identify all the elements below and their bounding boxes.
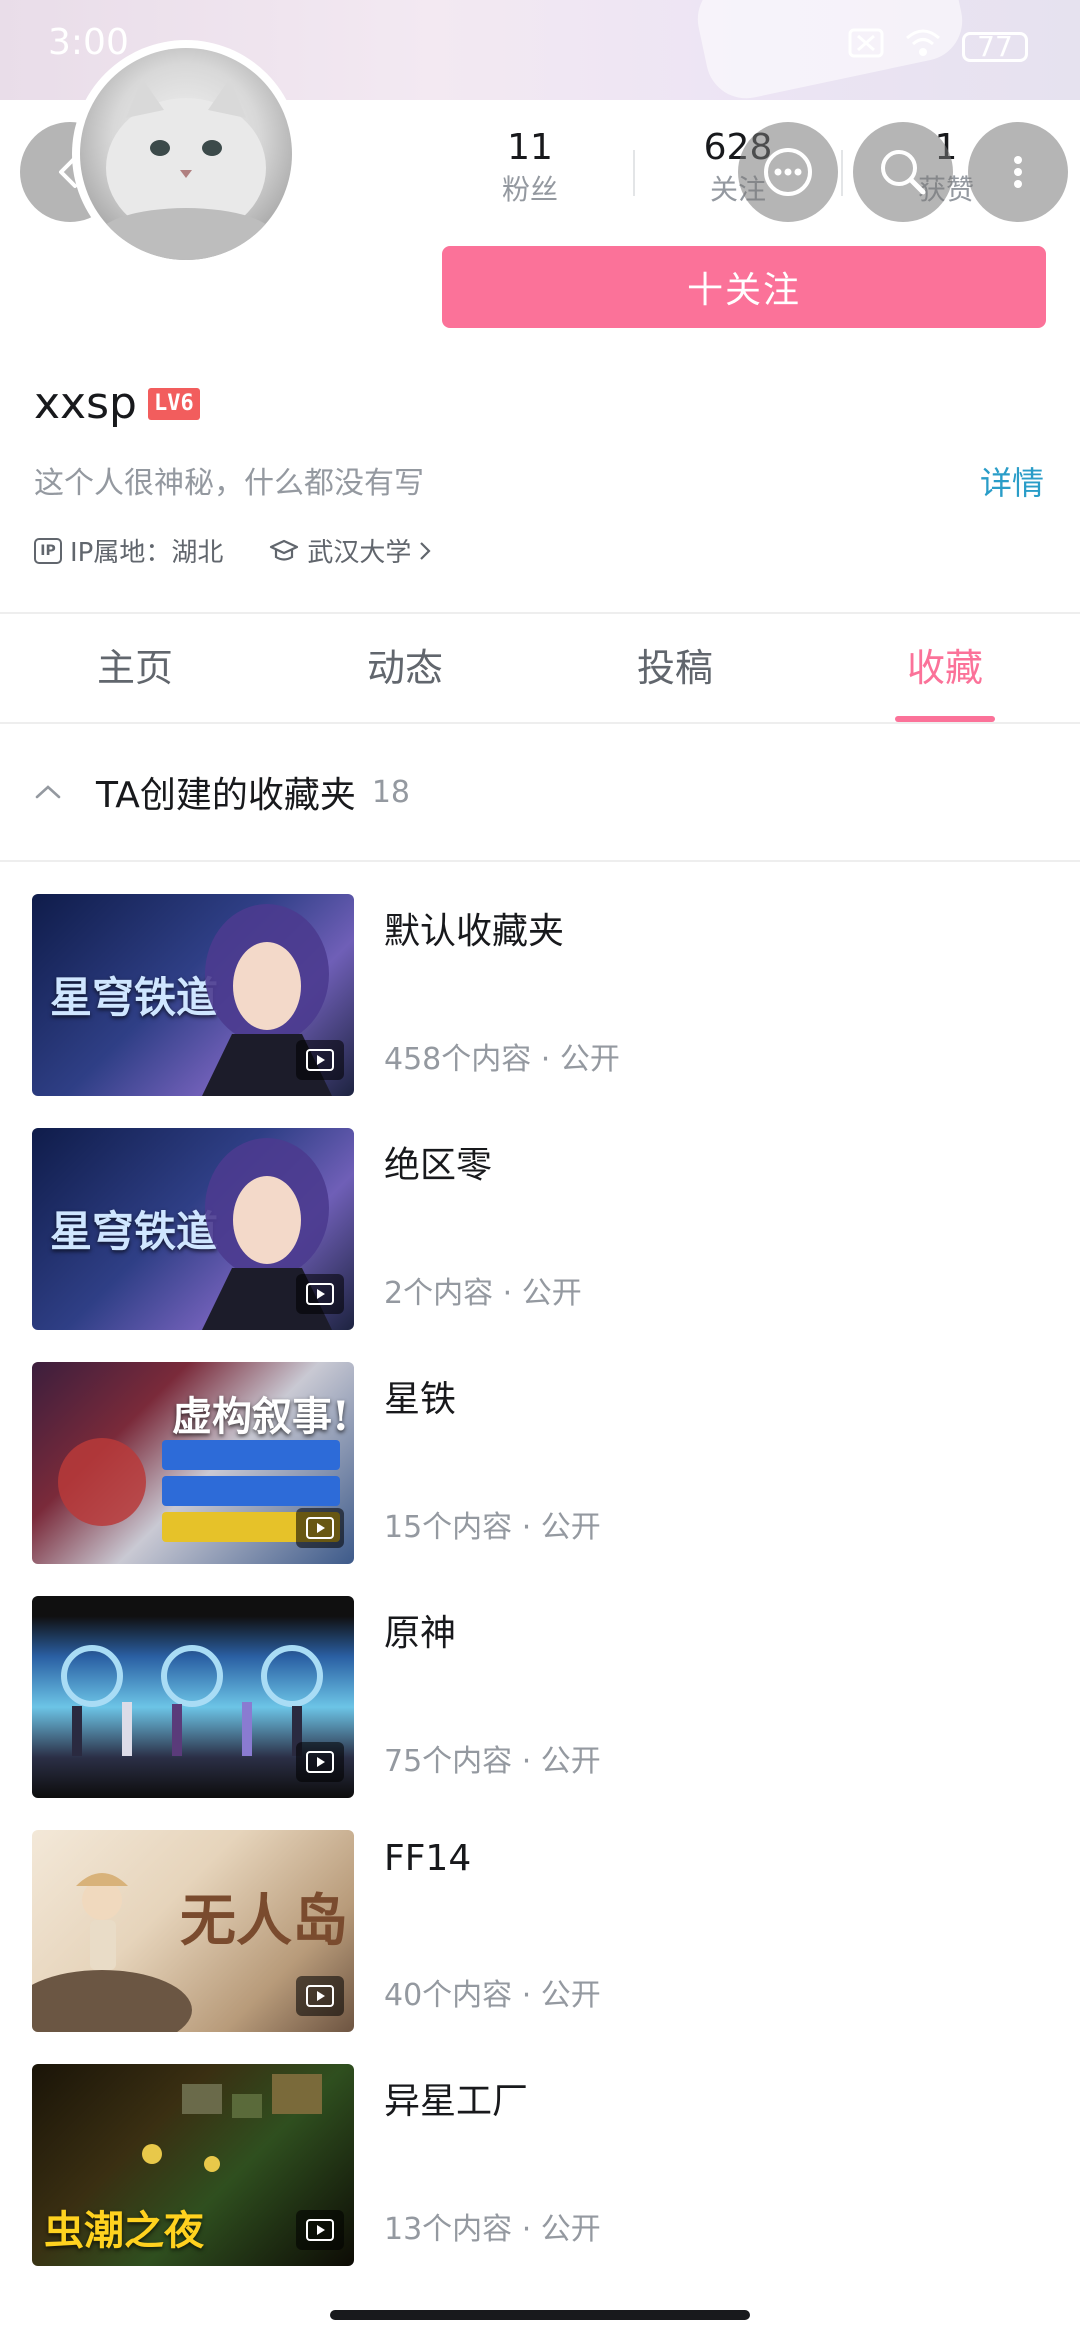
video-icon: [296, 1508, 344, 1548]
folder-item[interactable]: 星穹铁道 绝区零 2个内容 · 公开: [32, 1128, 1048, 1330]
chevron-right-icon: [420, 541, 431, 560]
folder-thumbnail: 星穹铁道: [32, 1128, 354, 1330]
stat-label: 粉丝: [501, 173, 558, 206]
folder-meta: 75个内容 · 公开: [384, 1744, 601, 1779]
folder-thumbnail: 星穹铁道: [32, 894, 354, 1096]
stat-divider: [841, 150, 843, 196]
username: xxsp: [34, 378, 137, 429]
search-icon: [881, 150, 926, 195]
battery-icon: 77: [962, 31, 1028, 62]
video-icon: [296, 2210, 344, 2250]
search-button[interactable]: [853, 122, 953, 222]
more-button[interactable]: [968, 122, 1068, 222]
video-icon: [296, 1274, 344, 1314]
school-link[interactable]: 武汉大学: [269, 532, 441, 569]
folder-item[interactable]: 虫潮之夜 异星工厂 13个内容 · 公开: [32, 2064, 1048, 2266]
ip-location: IP属地：湖北: [70, 538, 224, 568]
level-badge: LV6: [148, 388, 200, 420]
home-indicator[interactable]: [330, 2310, 750, 2320]
follow-button[interactable]: 十关注: [442, 246, 1046, 328]
chevron-up-icon: [35, 785, 61, 799]
status-time: 3:00: [48, 22, 129, 63]
folder-name: 绝区零: [384, 1145, 493, 1186]
bio-text: 这个人很神秘，什么都没有写: [34, 466, 424, 501]
more-vertical-icon: [1014, 156, 1022, 188]
folder-item[interactable]: 无人岛 FF14 40个内容 · 公开: [32, 1830, 1048, 2032]
favorites-section-header[interactable]: TA创建的收藏夹 18: [34, 760, 410, 824]
folder-meta: 2个内容 · 公开: [384, 1276, 582, 1311]
folder-name: 默认收藏夹: [384, 911, 565, 952]
avatar-image: [80, 48, 292, 260]
section-title: TA创建的收藏夹: [96, 775, 356, 816]
divider: [0, 860, 1080, 862]
wifi-icon: [904, 28, 942, 65]
avatar[interactable]: [72, 40, 300, 268]
graduation-cap-icon: [270, 539, 299, 561]
folder-thumbnail: 无人岛: [32, 1830, 354, 2032]
folder-meta: 15个内容 · 公开: [384, 1510, 601, 1545]
video-icon: [296, 1742, 344, 1782]
divider: [0, 722, 1080, 724]
video-icon: [296, 1040, 344, 1080]
folder-thumbnail: 虫潮之夜: [32, 2064, 354, 2266]
tab-home[interactable]: 主页: [0, 614, 270, 722]
folder-name: FF14: [384, 1838, 472, 1879]
details-link[interactable]: 详情: [980, 458, 1044, 504]
folder-thumbnail: [32, 1596, 354, 1798]
profile-meta: IP IP属地：湖北 武汉大学: [34, 532, 441, 569]
folder-name: 星铁: [384, 1379, 457, 1420]
section-count: 18: [371, 774, 411, 810]
tab-dynamic[interactable]: 动态: [270, 614, 540, 722]
ip-icon: IP: [34, 537, 62, 564]
folder-meta: 40个内容 · 公开: [384, 1978, 601, 2013]
video-icon: [296, 1976, 344, 2016]
folder-item[interactable]: 虚构叙事! 星铁 15个内容 · 公开: [32, 1362, 1048, 1564]
notification-icon: [848, 28, 884, 65]
folder-name: 异星工厂: [384, 2081, 529, 2122]
thumbnail-text: 虫潮之夜: [44, 2207, 204, 2254]
tab-uploads[interactable]: 投稿: [540, 614, 810, 722]
folder-meta: 13个内容 · 公开: [384, 2212, 601, 2247]
chat-icon: [764, 148, 812, 196]
folder-item[interactable]: 星穹铁道 默认收藏夹 458个内容 · 公开: [32, 894, 1048, 1096]
folder-name: 原神: [384, 1613, 457, 1654]
message-button[interactable]: [738, 122, 838, 222]
status-icons: 77: [848, 28, 1028, 65]
folder-meta: 458个内容 · 公开: [384, 1042, 620, 1077]
school-name: 武汉大学: [307, 538, 412, 568]
folder-item[interactable]: 原神 75个内容 · 公开: [32, 1596, 1048, 1798]
profile-tabs: 主页 动态 投稿 收藏: [0, 614, 1080, 722]
folder-thumbnail: 虚构叙事!: [32, 1362, 354, 1564]
tab-favorites[interactable]: 收藏: [810, 614, 1080, 722]
stat-divider: [633, 150, 635, 196]
stat-value: 11: [507, 127, 553, 168]
stat-fans[interactable]: 11 粉丝: [455, 126, 605, 210]
